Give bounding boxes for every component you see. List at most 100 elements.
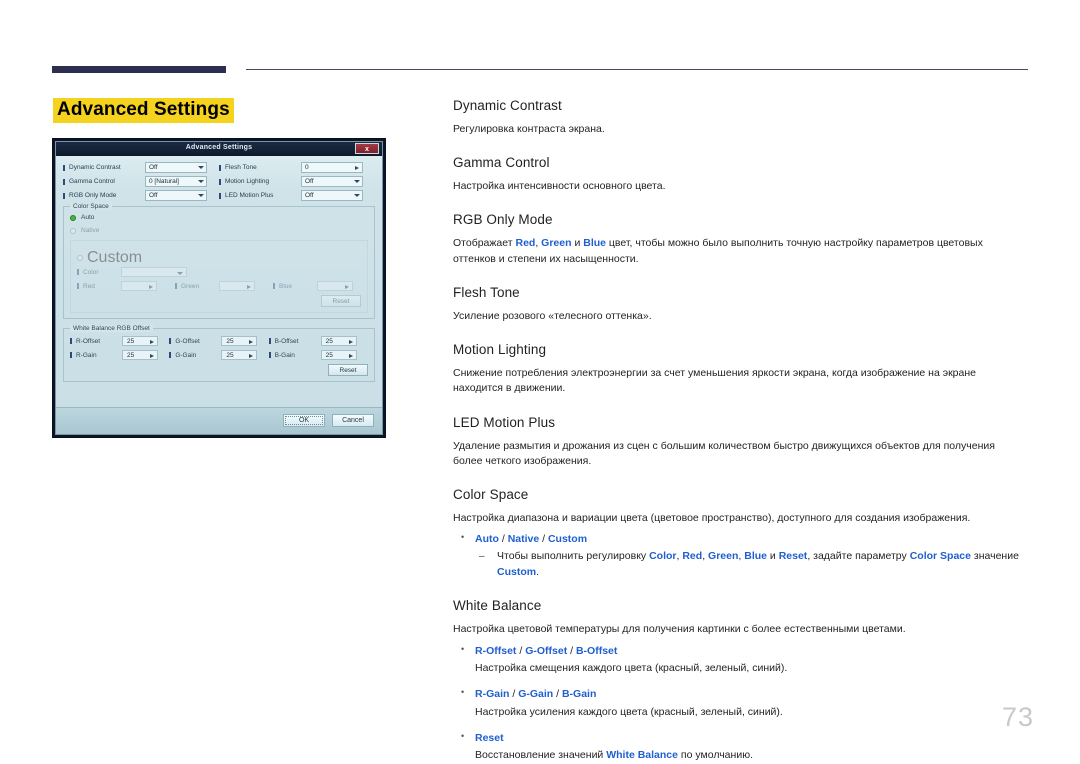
- white-balance-offset-desc: Настройка смещения каждого цвета (красны…: [475, 662, 788, 675]
- bullet-pipe-icon: [77, 283, 79, 289]
- dialog-radio-auto[interactable]: Auto: [70, 214, 368, 221]
- dialog-combo-led-motion-plus[interactable]: Off: [301, 190, 363, 201]
- dialog-radio-native[interactable]: Native: [70, 227, 368, 234]
- dialog-spinner-r-gain[interactable]: 25: [122, 350, 158, 360]
- keyword-blue: Blue: [583, 237, 606, 250]
- section-flesh-tone: Flesh Tone Усиление розового «телесного …: [453, 285, 1027, 324]
- bullet-pipe-icon: [273, 283, 275, 289]
- dialog-spinner-blue[interactable]: [317, 281, 353, 291]
- chevron-right-icon: [150, 353, 154, 358]
- dialog-radio-label-native: Native: [81, 227, 100, 234]
- section-motion-lighting: Motion Lighting Снижение потребления эле…: [453, 342, 1027, 396]
- dialog-field-b-offset[interactable]: B-Offset 25: [268, 336, 368, 346]
- cancel-button[interactable]: Cancel: [332, 414, 374, 427]
- dialog-radio-custom[interactable]: Custom: [77, 249, 361, 267]
- dialog-reset-button-custom[interactable]: Reset: [321, 295, 361, 307]
- dialog-spinner-g-offset[interactable]: 25: [221, 336, 258, 346]
- bullet-pipe-icon: [77, 269, 79, 275]
- dialog-combo-rgb-only-mode[interactable]: Off: [145, 190, 207, 201]
- keyword-red: Red: [515, 237, 536, 250]
- keyword-g-offset: G-Offset: [525, 644, 568, 657]
- list-item: Чтобы выполнить регулировку Color, Red, …: [475, 549, 1027, 581]
- section-title-rgb-only-mode: RGB Only Mode: [453, 212, 553, 228]
- dialog-label-r-gain: R-Gain: [70, 352, 122, 359]
- dialog-titlebar: Advanced Settings x: [56, 142, 382, 156]
- dialog-label-motion-lighting: Motion Lighting: [219, 178, 301, 185]
- dialog-field-b-gain[interactable]: B-Gain 25: [268, 350, 368, 360]
- dialog-wb-row-gain: R-Gain 25 G-Gain 25 B-Gain 25: [70, 350, 368, 360]
- chevron-right-icon: [348, 353, 353, 358]
- section-led-motion-plus: LED Motion Plus Удаление размытия и дрож…: [453, 415, 1027, 469]
- header-rule-thick: [52, 66, 226, 73]
- bullet-pipe-icon: [63, 192, 65, 199]
- keyword-color: Color: [649, 549, 677, 562]
- chevron-down-icon: [198, 194, 204, 197]
- dialog-spinner-red[interactable]: [121, 281, 157, 291]
- dialog-spinner-b-offset[interactable]: 25: [320, 336, 357, 346]
- section-title-dynamic-contrast: Dynamic Contrast: [453, 98, 562, 113]
- dialog-combo-gamma-control[interactable]: 0 [Natural]: [145, 176, 207, 187]
- ok-button[interactable]: OK: [283, 414, 325, 427]
- section-body-dynamic-contrast: Регулировка контраста экрана.: [453, 123, 605, 135]
- text-fragment: , задайте параметру: [807, 549, 910, 562]
- chevron-down-icon: [198, 166, 204, 169]
- keyword-r-offset: R-Offset: [475, 644, 517, 657]
- dialog-control-rgb-only-mode[interactable]: RGB Only Mode Off: [63, 190, 219, 201]
- text-fragment: Отображает: [453, 237, 516, 250]
- dialog-label-blue: Blue: [273, 283, 317, 290]
- dialog-group-white-balance: White Balance RGB Offset R-Offset 25 G-O…: [63, 325, 375, 382]
- dialog-label-gamma-control: Gamma Control: [63, 178, 145, 185]
- dialog-control-gamma-control[interactable]: Gamma Control 0 [Natural]: [63, 176, 219, 187]
- dialog-label-g-offset: G-Offset: [169, 338, 221, 345]
- dialog-group-color-space: Color Space Auto Native Custom Color Red…: [63, 203, 375, 319]
- dialog-spinner-r-offset[interactable]: 25: [122, 336, 158, 346]
- chevron-right-icon: [247, 284, 251, 289]
- bullet-pipe-icon: [63, 164, 65, 171]
- dialog-control-dynamic-contrast[interactable]: Dynamic Contrast Off: [63, 162, 219, 173]
- text-fragment: и: [767, 549, 779, 562]
- dialog-label-green: Green: [175, 283, 219, 290]
- list-item: R-Offset / G-Offset / B-Offset: [453, 643, 1027, 660]
- white-balance-gain-list: R-Gain / G-Gain / B-Gain: [453, 686, 1027, 703]
- bullet-pipe-icon: [219, 192, 221, 199]
- text-fragment: по умолчанию.: [678, 749, 753, 762]
- dialog-combo-color[interactable]: [121, 267, 187, 277]
- dialog-control-led-motion-plus[interactable]: LED Motion Plus Off: [219, 190, 375, 201]
- keyword-white-balance: White Balance: [606, 749, 678, 762]
- section-body-gamma-control: Настройка интенсивности основного цвета.: [453, 180, 666, 193]
- dialog-combo-motion-lighting[interactable]: Off: [301, 176, 363, 187]
- keyword-red: Red: [682, 549, 703, 562]
- dialog-spinner-green[interactable]: [219, 281, 255, 291]
- bullet-pipe-icon: [70, 338, 72, 344]
- radio-unselected-icon: [70, 227, 76, 234]
- dialog-spinner-g-gain[interactable]: 25: [221, 350, 258, 360]
- dialog-field-r-offset[interactable]: R-Offset 25: [70, 336, 169, 346]
- dialog-spinner-b-gain[interactable]: 25: [320, 350, 357, 360]
- radio-selected-icon: [70, 214, 76, 221]
- chevron-down-icon: [177, 271, 183, 275]
- text-fragment: /: [516, 644, 526, 657]
- dialog-field-color[interactable]: Color: [77, 267, 361, 277]
- dialog-control-flesh-tone[interactable]: Flesh Tone 0: [219, 162, 375, 173]
- dialog-label-g-gain: G-Gain: [169, 352, 221, 359]
- keyword-b-offset: B-Offset: [575, 644, 618, 657]
- dialog-reset-button-white-balance[interactable]: Reset: [328, 364, 368, 376]
- dialog-field-r-gain[interactable]: R-Gain 25: [70, 350, 169, 360]
- chevron-down-icon: [354, 194, 360, 197]
- white-balance-gain-desc: Настройка усиления каждого цвета (красны…: [475, 705, 783, 718]
- bullet-pipe-icon: [169, 338, 172, 344]
- dialog-label-led-motion-plus: LED Motion Plus: [219, 192, 301, 199]
- chevron-down-icon: [198, 180, 204, 183]
- dialog-field-g-offset[interactable]: G-Offset 25: [169, 336, 268, 346]
- dialog-body: Dynamic Contrast Off Flesh Tone 0 Gamma …: [56, 156, 382, 434]
- dialog-control-motion-lighting[interactable]: Motion Lighting Off: [219, 176, 375, 187]
- dialog-label-red: Red: [77, 283, 121, 290]
- manual-content-column: Dynamic Contrast Регулировка контраста э…: [453, 98, 1027, 764]
- radio-unselected-icon: [77, 255, 83, 261]
- dialog-spinner-flesh-tone[interactable]: 0: [301, 162, 363, 173]
- text-fragment: /: [567, 644, 576, 657]
- section-title-motion-lighting: Motion Lighting: [453, 342, 547, 358]
- dialog-field-g-gain[interactable]: G-Gain 25: [169, 350, 268, 360]
- close-icon[interactable]: x: [355, 143, 379, 154]
- dialog-combo-dynamic-contrast[interactable]: Off: [145, 162, 207, 173]
